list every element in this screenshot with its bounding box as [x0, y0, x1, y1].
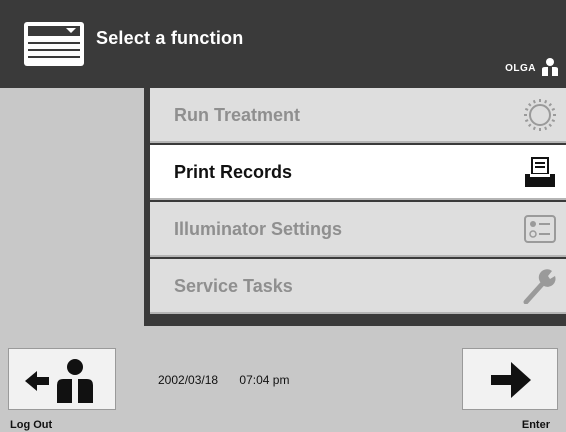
enter-label: Enter	[521, 419, 550, 431]
printer-icon	[525, 157, 555, 187]
settings-list-icon	[524, 215, 556, 243]
datetime-display: 2002/03/18 07:04 pm	[158, 373, 289, 387]
menu-item-illuminator-settings[interactable]: Illuminator Settings	[150, 202, 566, 257]
date-text: 2002/03/18	[158, 373, 219, 387]
enter-button[interactable]	[462, 348, 558, 410]
header-bar: Select a function OLGA	[0, 0, 566, 88]
menu-item-label: Illuminator Settings	[174, 219, 343, 239]
menu-card-icon	[24, 22, 84, 66]
menu-item-label: Run Treatment	[174, 105, 301, 125]
menu-item-print-records[interactable]: Print Records	[150, 145, 566, 200]
footer-bar: Log Out 2002/03/18 07:04 pm Enter	[0, 346, 566, 432]
menu-item-service-tasks[interactable]: Service Tasks	[150, 259, 566, 314]
function-menu: Run Treatment Print Records Illuminator …	[144, 88, 566, 326]
user-icon	[542, 58, 558, 76]
page-title: Select a function	[96, 28, 244, 48]
user-name: OLGA	[505, 63, 536, 74]
wrench-icon	[523, 269, 556, 304]
arrow-right-icon	[491, 362, 531, 398]
menu-item-run-treatment[interactable]: Run Treatment	[150, 88, 566, 143]
current-user: OLGA	[505, 58, 558, 76]
menu-item-label: Service Tasks	[174, 276, 293, 296]
time-text: 07:04 pm	[239, 373, 290, 387]
sun-icon	[524, 99, 556, 131]
main-panel: Run Treatment Print Records Illuminator …	[0, 88, 566, 346]
logout-person-icon	[25, 359, 93, 403]
log-out-label: Log Out	[10, 419, 53, 431]
log-out-button[interactable]	[8, 348, 116, 410]
menu-item-label: Print Records	[174, 162, 293, 182]
